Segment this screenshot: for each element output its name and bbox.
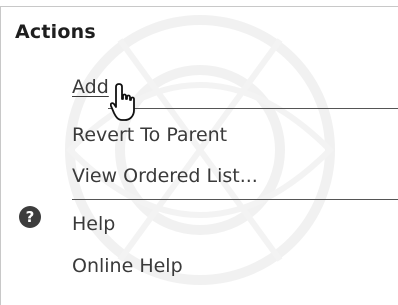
question-circle-icon bbox=[19, 206, 41, 228]
hand-pointer-icon bbox=[110, 83, 135, 121]
help-link[interactable]: Help bbox=[72, 213, 115, 235]
view-ordered-list-link[interactable]: View Ordered List... bbox=[72, 165, 258, 187]
separator bbox=[108, 108, 398, 109]
separator bbox=[72, 199, 398, 200]
add-link[interactable]: Add bbox=[72, 76, 109, 98]
panel-title: Actions bbox=[15, 21, 96, 43]
revert-to-parent-link[interactable]: Revert To Parent bbox=[72, 124, 227, 146]
actions-panel: Actions bbox=[0, 6, 398, 305]
online-help-link[interactable]: Online Help bbox=[72, 255, 183, 277]
